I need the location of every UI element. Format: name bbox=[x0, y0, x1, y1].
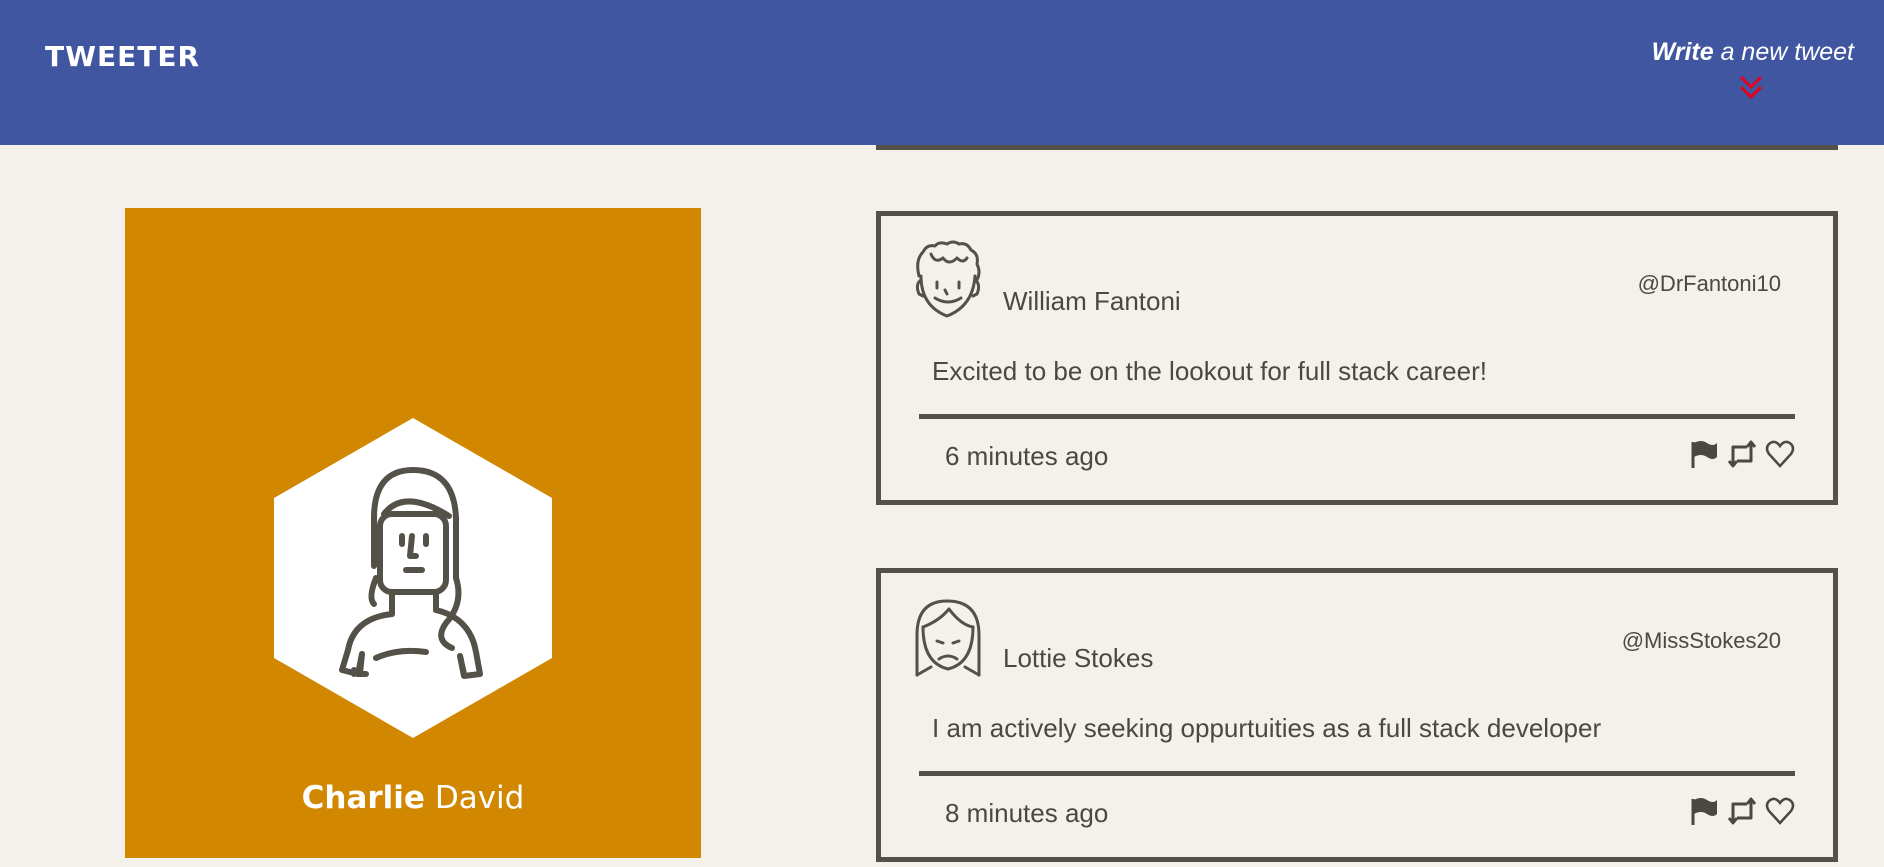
tweet-content: Excited to be on the lookout for full st… bbox=[932, 356, 1487, 386]
tweet-card: Lottie Stokes @MissStokes20 I am activel… bbox=[876, 568, 1838, 862]
tweet-actions bbox=[1689, 439, 1795, 469]
tweet-timestamp: 6 minutes ago bbox=[945, 441, 1109, 471]
profile-first-name: Charlie bbox=[301, 780, 425, 816]
flag-icon[interactable] bbox=[1689, 796, 1719, 826]
tweet-actions bbox=[1689, 796, 1795, 826]
tweet-handle[interactable]: @DrFantoni10 bbox=[1638, 271, 1781, 297]
retweet-icon[interactable] bbox=[1727, 439, 1757, 469]
tweet-divider bbox=[919, 771, 1795, 776]
tweet-author: Lottie Stokes bbox=[1003, 643, 1154, 673]
tweet-divider bbox=[919, 414, 1795, 419]
heart-icon[interactable] bbox=[1765, 439, 1795, 469]
retweet-icon[interactable] bbox=[1727, 796, 1757, 826]
profile-avatar bbox=[274, 418, 552, 738]
compose-label-rest: a new tweet bbox=[1713, 38, 1854, 66]
write-tweet-link[interactable]: Write a new tweet bbox=[1652, 38, 1854, 67]
tweet-author: William Fantoni bbox=[1003, 286, 1181, 316]
flag-icon[interactable] bbox=[1689, 439, 1719, 469]
top-navbar: TWEETER Write a new tweet bbox=[0, 0, 1884, 145]
profile-last-name: David bbox=[424, 780, 525, 816]
previous-tweet-border bbox=[876, 145, 1838, 150]
woman-avatar-icon bbox=[274, 418, 552, 738]
tweet-timestamp: 8 minutes ago bbox=[945, 798, 1109, 828]
curly-hair-man-avatar-icon bbox=[915, 240, 981, 318]
profile-card: Charlie David bbox=[125, 208, 701, 858]
tweet-handle[interactable]: @MissStokes20 bbox=[1622, 628, 1781, 654]
profile-name: Charlie David bbox=[125, 780, 701, 816]
double-chevron-down-icon[interactable] bbox=[1738, 74, 1764, 104]
tweet-content: I am actively seeking oppurtuities as a … bbox=[932, 713, 1602, 743]
heart-icon[interactable] bbox=[1765, 796, 1795, 826]
tweet-card: William Fantoni @DrFantoni10 Excited to … bbox=[876, 211, 1838, 505]
brand-logo[interactable]: TWEETER bbox=[45, 40, 200, 73]
compose-label-bold: Write bbox=[1651, 38, 1714, 66]
woman-avatar-icon bbox=[915, 599, 981, 677]
